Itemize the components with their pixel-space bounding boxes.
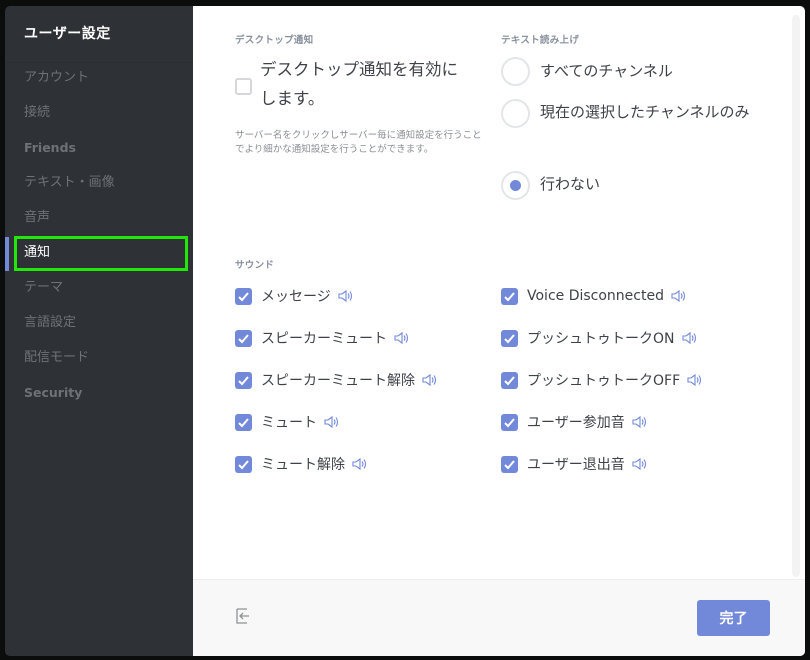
sidebar-item-notifications[interactable]: 通知 — [24, 243, 50, 263]
checkmark-icon — [238, 417, 249, 427]
tts-section-label: テキスト読み上げ — [501, 35, 580, 46]
sound-label: プッシュトゥトークOFF — [527, 373, 681, 389]
speaker-icon[interactable] — [338, 289, 354, 303]
sound-row[interactable]: プッシュトゥトークOFF — [501, 370, 703, 390]
sound-row[interactable]: スピーカーミュート — [235, 328, 410, 348]
sound-checkbox[interactable] — [501, 287, 518, 305]
sidebar-item-text-images[interactable]: テキスト・画像 — [24, 173, 115, 193]
desktop-hint: サーバー名をクリックしサーバー毎に通知設定を行うことでより細かな通知設定を行うこ… — [235, 130, 482, 155]
desktop-section-label: デスクトップ通知 — [235, 35, 314, 46]
sound-checkbox[interactable] — [501, 329, 518, 347]
sound-row[interactable]: ユーザー退出音 — [501, 454, 648, 474]
checkmark-icon — [238, 459, 249, 469]
sidebar-item-connections[interactable]: 接続 — [24, 103, 50, 123]
speaker-icon[interactable] — [394, 331, 410, 345]
desktop-notifications-label[interactable]: デスクトップ通知を有効にします。 — [260, 55, 470, 113]
sound-checkbox[interactable] — [235, 287, 252, 305]
content-panel: デスクトップ通知 デスクトップ通知を有効にします。 サーバー名をクリックしサーバ… — [193, 6, 805, 656]
tts-label-current-channel[interactable]: 現在の選択したチャンネルのみ — [540, 98, 750, 127]
footer: 完了 — [193, 579, 805, 656]
checkmark-icon — [238, 333, 249, 343]
sound-row[interactable]: ミュート — [235, 412, 340, 432]
speaker-icon[interactable] — [681, 331, 698, 345]
sound-label: ミュート — [261, 415, 317, 431]
checkmark-icon — [504, 417, 515, 427]
sidebar-divider — [5, 62, 193, 63]
tts-radio-current-channel[interactable] — [501, 99, 530, 128]
speaker-icon[interactable] — [671, 289, 687, 303]
sound-row[interactable]: ユーザー参加音 — [501, 412, 648, 432]
sound-checkbox[interactable] — [235, 413, 252, 431]
checkmark-icon — [504, 459, 515, 469]
logout-icon[interactable] — [233, 607, 251, 625]
desktop-notifications-checkbox[interactable] — [235, 78, 252, 95]
checkmark-icon — [238, 375, 249, 385]
checkmark-icon — [504, 333, 515, 343]
speaker-icon[interactable] — [687, 373, 703, 387]
sound-row[interactable]: Voice Disconnected — [501, 286, 687, 306]
active-indicator — [5, 237, 9, 271]
speaker-icon[interactable] — [422, 373, 438, 387]
checkmark-icon — [238, 291, 249, 301]
speaker-icon[interactable] — [632, 415, 648, 429]
tts-label-all-channels[interactable]: すべてのチャンネル — [540, 57, 673, 86]
sound-label: ミュート解除 — [261, 457, 345, 473]
sound-checkbox[interactable] — [235, 371, 252, 389]
sidebar-item-streamer-mode[interactable]: 配信モード — [24, 348, 89, 368]
sound-checkbox[interactable] — [501, 455, 518, 473]
sound-row[interactable]: スピーカーミュート解除 — [235, 370, 438, 390]
sound-label: ユーザー参加音 — [527, 415, 625, 431]
sound-row[interactable]: プッシュトゥトークON — [501, 328, 698, 348]
tts-label-never[interactable]: 行わない — [540, 170, 600, 199]
sound-label: スピーカーミュート — [261, 331, 387, 347]
tts-radio-never[interactable] — [501, 171, 530, 200]
checkmark-icon — [504, 291, 515, 301]
sidebar-item-theme[interactable]: テーマ — [24, 278, 63, 298]
sound-label: ユーザー退出音 — [527, 457, 625, 473]
sidebar-title: ユーザー設定 — [24, 26, 111, 42]
speaker-icon[interactable] — [324, 415, 340, 429]
speaker-icon[interactable] — [352, 457, 368, 471]
done-button[interactable]: 完了 — [697, 600, 770, 636]
sounds-section-label: サウンド — [235, 260, 275, 271]
sound-label: メッセージ — [261, 289, 331, 305]
sidebar: ユーザー設定 アカウント 接続 Friends テキスト・画像 音声 通知 テー… — [5, 6, 193, 656]
sidebar-item-voice[interactable]: 音声 — [24, 208, 50, 228]
scrollbar[interactable] — [792, 15, 800, 577]
sound-checkbox[interactable] — [501, 371, 518, 389]
tts-radio-all-channels[interactable] — [501, 57, 530, 86]
speaker-icon[interactable] — [632, 457, 648, 471]
sound-row[interactable]: ミュート解除 — [235, 454, 368, 474]
sound-checkbox[interactable] — [501, 413, 518, 431]
sound-label: Voice Disconnected — [527, 288, 664, 304]
user-settings-modal: ユーザー設定 アカウント 接続 Friends テキスト・画像 音声 通知 テー… — [5, 6, 805, 656]
sidebar-item-friends[interactable]: Friends — [24, 138, 76, 158]
sidebar-item-security[interactable]: Security — [24, 383, 82, 403]
sound-checkbox[interactable] — [235, 329, 252, 347]
checkmark-icon — [504, 375, 515, 385]
sound-label: スピーカーミュート解除 — [261, 373, 415, 389]
sound-label: プッシュトゥトークON — [527, 331, 675, 347]
sidebar-item-language[interactable]: 言語設定 — [24, 313, 76, 333]
sidebar-item-account[interactable]: アカウント — [24, 68, 89, 88]
sound-row[interactable]: メッセージ — [235, 286, 354, 306]
sound-checkbox[interactable] — [235, 455, 252, 473]
